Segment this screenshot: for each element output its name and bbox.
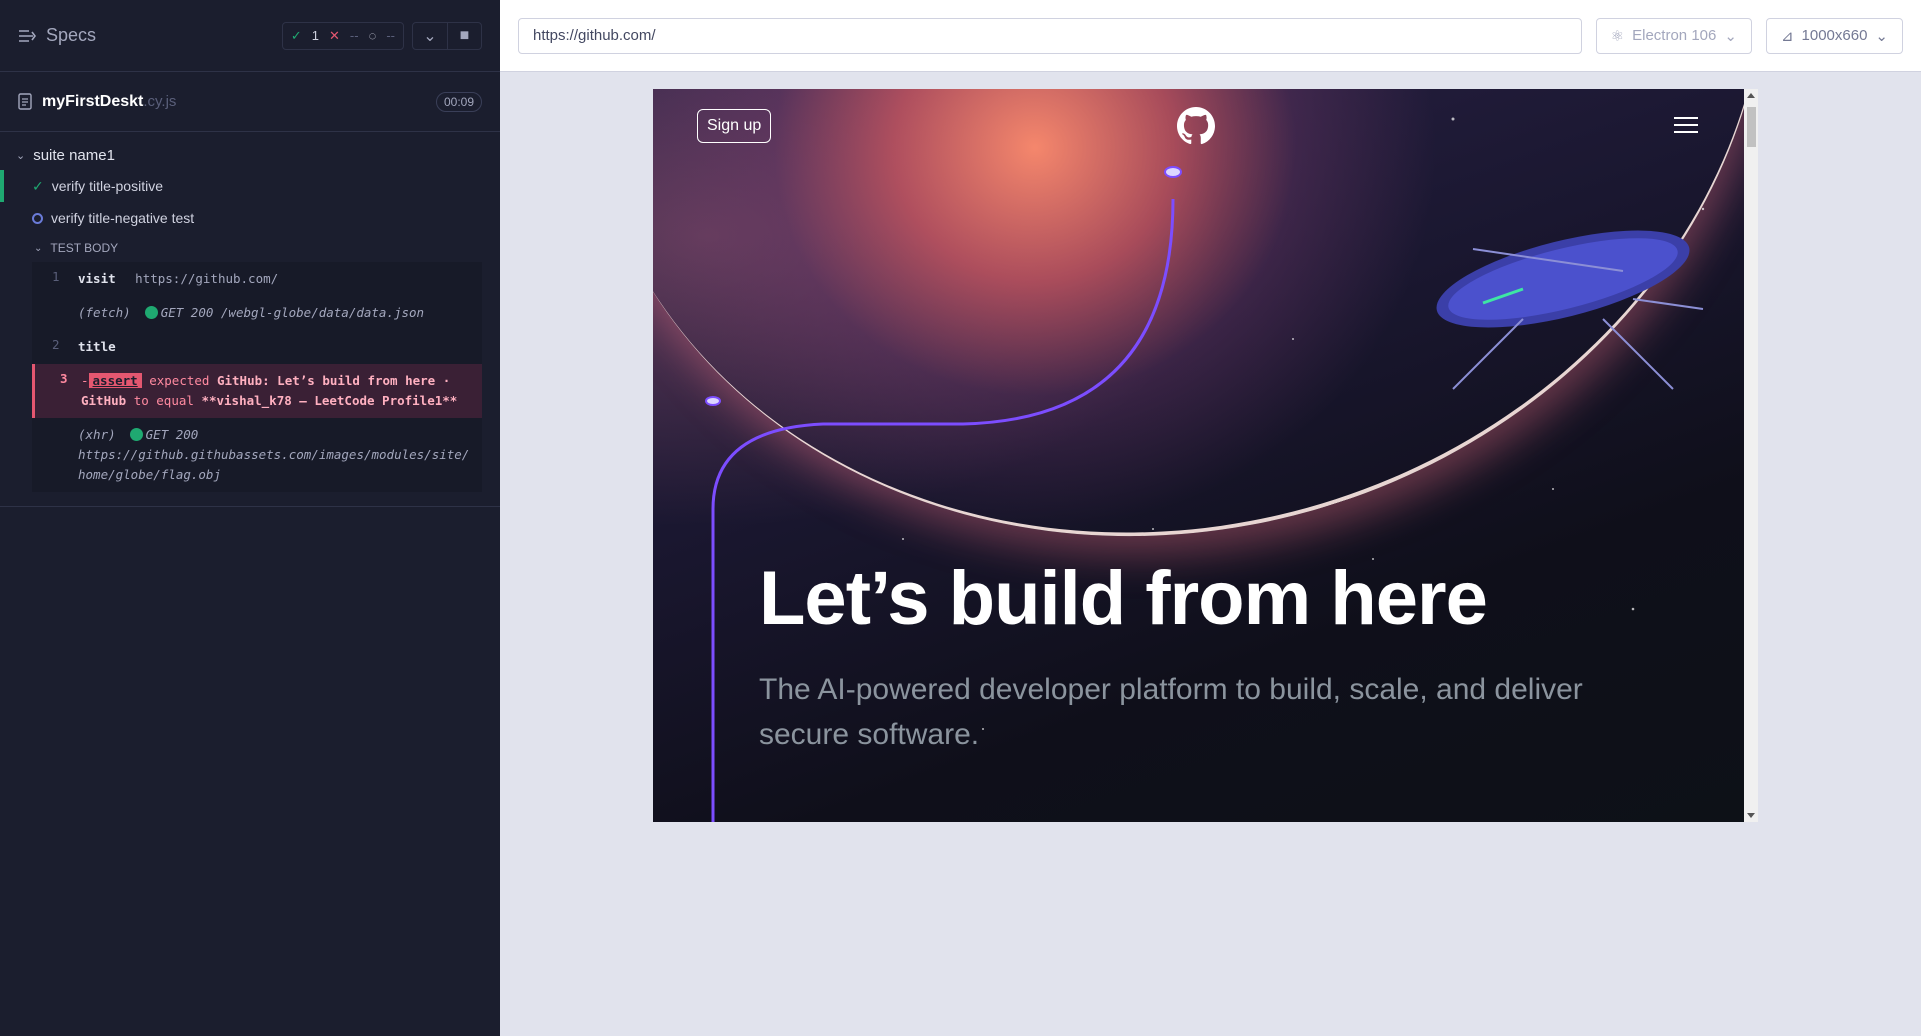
command-row[interactable]: (fetch) GET 200 /webgl-globe/data/data.js…: [32, 296, 482, 330]
url-bar[interactable]: https://github.com/: [518, 17, 1582, 54]
browser-label: Electron 106: [1632, 27, 1717, 44]
assert-text: expected: [149, 373, 210, 388]
hero-section: Let’s build from here The AI-powered dev…: [759, 559, 1684, 757]
command-row[interactable]: 1 visit https://github.com/: [32, 262, 482, 296]
chevron-down-icon: ⌄: [34, 242, 43, 254]
assert-prefix: -: [81, 373, 89, 388]
command-name: visit: [78, 271, 116, 286]
viewport-icon: ⊿: [1780, 27, 1794, 45]
browser-selector[interactable]: ⚛ Electron 106 ⌄: [1595, 17, 1752, 54]
passed-icon: ✓: [290, 27, 302, 43]
run-controls: ⌄ ■: [412, 21, 482, 50]
viewport-scrollbar[interactable]: [1744, 89, 1758, 822]
github-navbar: Sign up: [653, 107, 1744, 145]
request-url: https://github.githubassets.com/images/m…: [78, 447, 470, 482]
test-row-passed[interactable]: ✓ verify title-positive: [0, 170, 500, 202]
pending-count: --: [386, 28, 395, 43]
failed-icon: ✕: [329, 27, 340, 43]
command-row[interactable]: 2 title: [32, 330, 482, 364]
running-spinner-icon: [32, 212, 43, 224]
command-arg: https://github.com/: [135, 271, 279, 286]
test-tree: ⌄ suite name1 ✓ verify title-positive ve…: [0, 132, 500, 507]
command-name: (fetch): [78, 305, 131, 320]
assert-badge: assert: [88, 373, 142, 388]
chevron-down-icon: ⌄: [1724, 27, 1737, 45]
divider: [0, 506, 500, 507]
specs-list-icon: [19, 29, 36, 42]
scroll-down-icon[interactable]: [1747, 813, 1755, 818]
specs-toggle[interactable]: Specs: [18, 25, 96, 46]
viewport-size: 1000x660: [1801, 27, 1868, 44]
spec-duration: 00:09: [435, 91, 482, 112]
check-icon: ✓: [32, 177, 44, 194]
menu-hamburger-icon[interactable]: [1674, 117, 1698, 135]
signup-button[interactable]: Sign up: [697, 109, 772, 143]
assert-expected: **vishal_k78 – LeetCode Profile1**: [201, 393, 458, 408]
request-info: GET 200: [145, 427, 199, 442]
suite-title: suite name1: [33, 146, 115, 164]
test-row-running[interactable]: verify title-negative test: [0, 202, 500, 234]
specs-label: Specs: [46, 25, 97, 45]
test-title: verify title-negative test: [51, 210, 195, 226]
stop-button[interactable]: ■: [447, 22, 481, 49]
command-row-failed[interactable]: 3 - assert expected GitHub: Let’s build f…: [32, 364, 482, 418]
spec-file-header[interactable]: myFirstDeskt .cy.js 00:09: [0, 72, 500, 132]
failed-count: --: [349, 28, 359, 43]
command-number: 1: [52, 269, 60, 284]
status-dot-icon: [144, 306, 158, 319]
command-name: (xhr): [78, 427, 116, 442]
app-viewport[interactable]: Sign up Let’s build from here The AI-pow…: [653, 89, 1744, 822]
scroll-thumb[interactable]: [1747, 107, 1756, 147]
stop-icon: ■: [459, 26, 470, 44]
suite-row[interactable]: ⌄ suite name1: [0, 140, 500, 170]
file-icon: [18, 93, 32, 110]
test-body-label: TEST BODY: [50, 241, 119, 255]
drone-illustration: [1436, 230, 1704, 390]
command-number: [40, 425, 78, 485]
spec-file-name: myFirstDeskt: [42, 92, 144, 110]
status-dot-icon: [129, 428, 143, 441]
assert-text: to equal: [133, 393, 194, 408]
github-logo-icon[interactable]: [1177, 107, 1215, 145]
request-info: GET 200 /webgl-globe/data/data.json: [160, 305, 425, 320]
test-title: verify title-positive: [51, 178, 163, 194]
scroll-up-icon[interactable]: [1747, 93, 1755, 98]
collapse-button[interactable]: ⌄: [413, 23, 447, 49]
command-number: 2: [52, 337, 60, 352]
hero-subhead: The AI-powered developer platform to bui…: [759, 672, 1583, 751]
pending-icon: ◌: [368, 28, 377, 43]
specs-header: Specs ✓ 1 ✕ -- ◌ -- ⌄ ■: [0, 0, 500, 72]
test-stats: ✓ 1 ✕ -- ◌ --: [281, 21, 404, 50]
command-number: [40, 303, 78, 323]
aut-panel: https://github.com/ ⚛ Electron 106 ⌄ ⊿ 1…: [500, 0, 1921, 1036]
spec-file-ext: .cy.js: [143, 93, 177, 110]
test-body-header[interactable]: ⌄ TEST BODY: [0, 234, 500, 262]
electron-icon: ⚛: [1610, 27, 1625, 45]
aut-toolbar: https://github.com/ ⚛ Electron 106 ⌄ ⊿ 1…: [500, 0, 1921, 72]
reporter-panel: Specs ✓ 1 ✕ -- ◌ -- ⌄ ■ myFirstDeskt .cy…: [0, 0, 500, 1036]
command-row[interactable]: (xhr) GET 200 https://github.githubassets…: [32, 418, 482, 492]
chevron-down-icon: ⌄: [1875, 27, 1888, 45]
command-log: 1 visit https://github.com/ (fetch) GET 2…: [32, 262, 482, 492]
chevron-down-icon: ⌄: [16, 149, 26, 162]
viewport-selector[interactable]: ⊿ 1000x660 ⌄: [1765, 17, 1903, 54]
passed-count: 1: [311, 28, 320, 43]
chevron-down-icon: ⌄: [423, 27, 437, 45]
command-name: title: [78, 339, 116, 354]
command-number: 3: [60, 371, 68, 386]
hero-headline: Let’s build from here: [759, 556, 1488, 641]
